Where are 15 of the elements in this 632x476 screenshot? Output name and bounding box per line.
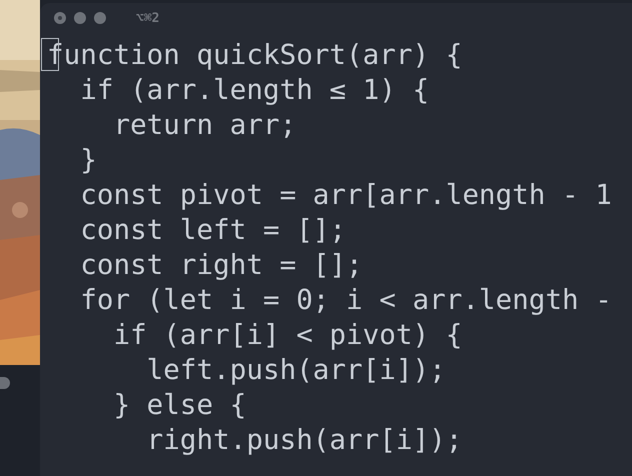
code-line: const left = []; xyxy=(79,212,346,247)
code-line: left.push(arr[i]); xyxy=(146,352,446,387)
code-line: } else { xyxy=(112,387,246,422)
code-line: if (arr.length ≤ 1) { xyxy=(79,72,430,107)
code-line: right.push(arr[i]); xyxy=(146,422,462,457)
minimize-button[interactable] xyxy=(74,12,86,24)
zoom-button[interactable] xyxy=(94,12,106,24)
code-line: if (arr[i] < pivot) { xyxy=(112,317,462,352)
code-line: for (let i = 0; i < arr.length - xyxy=(79,282,612,317)
code-line: return arr; xyxy=(112,107,296,142)
code-line: const right = []; xyxy=(79,247,363,282)
code-line: const pivot = arr[arr.length - 1 xyxy=(79,177,612,212)
close-button[interactable] xyxy=(54,12,66,24)
code-line: } xyxy=(79,142,97,177)
window-title: ⌥⌘2 xyxy=(136,10,160,26)
